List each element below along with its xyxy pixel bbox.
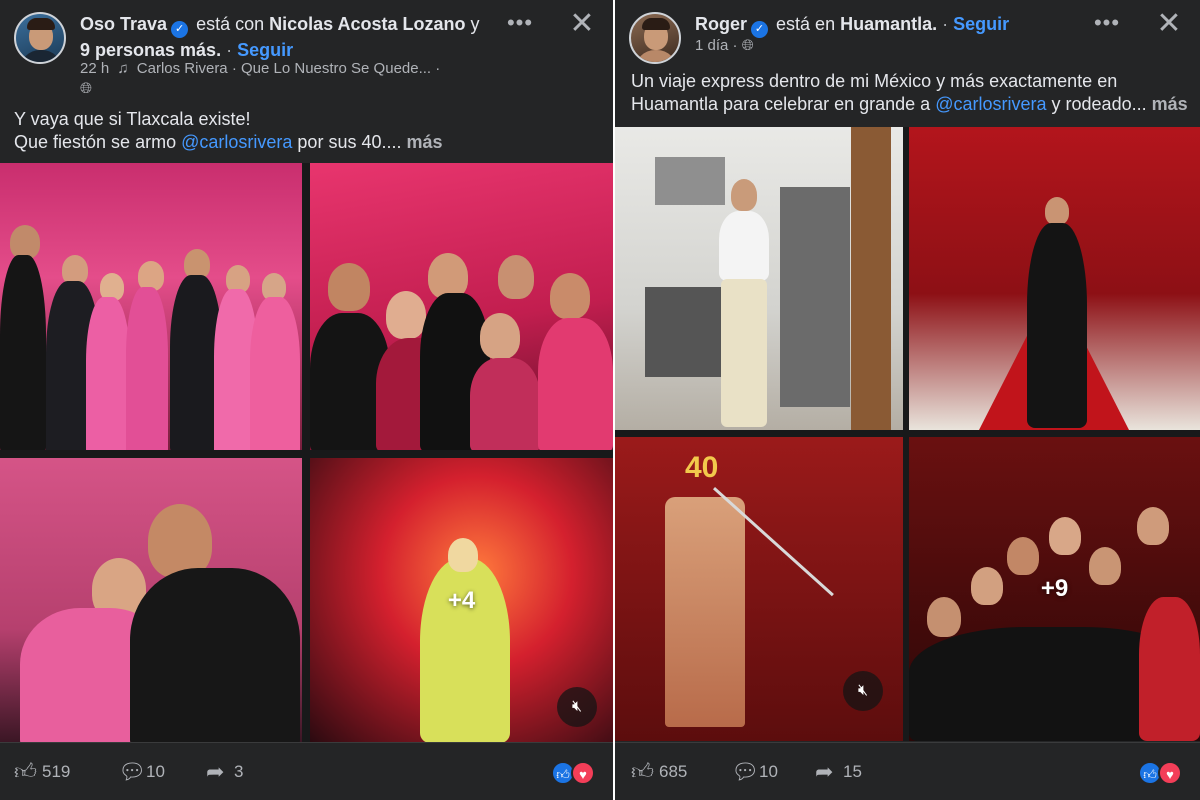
- close-icon[interactable]: ✕: [567, 9, 597, 40]
- photo-grid: 40 🔇︎ +9: [615, 127, 1200, 741]
- music-track[interactable]: Carlos Rivera · Que Lo Nuestro Se Quede.…: [137, 60, 431, 77]
- video-tile[interactable]: +4 🔇︎: [310, 458, 613, 743]
- like-button[interactable]: 👍︎ 685: [631, 759, 687, 785]
- more-options-icon[interactable]: •••: [1092, 12, 1122, 38]
- tagged-person[interactable]: Nicolas Acosta Lozano: [269, 14, 465, 34]
- post-meta: 22 h ♫ Carlos Rivera · Que Lo Nuestro Se…: [80, 60, 441, 77]
- post-caption: Un viaje express dentro de mi México y m…: [631, 70, 1196, 116]
- comment-count: 10: [759, 762, 778, 781]
- photo-tile[interactable]: [0, 458, 302, 743]
- reaction-summary[interactable]: 👍︎ ♥: [1138, 761, 1186, 785]
- share-count: 3: [234, 762, 244, 781]
- caption-line-2: Que fiestón se armo @carlosrivera por su…: [14, 132, 443, 152]
- share-button[interactable]: ➦ 15: [815, 759, 862, 785]
- reaction-summary[interactable]: 👍︎ ♥: [551, 761, 599, 785]
- comment-bubble-icon: 💬︎: [731, 759, 759, 784]
- caption-line-1: Y vaya que si Tlaxcala existe!: [14, 109, 251, 129]
- photo-tile[interactable]: [615, 127, 903, 430]
- see-more-link[interactable]: más: [407, 132, 443, 152]
- more-options-icon[interactable]: •••: [505, 12, 535, 38]
- like-button[interactable]: 👍︎ 519: [14, 759, 70, 785]
- thumbs-up-icon: 👍︎: [14, 759, 37, 784]
- post-meta: 1 día · 🌐︎: [695, 37, 754, 54]
- post-actions: 👍︎ 519 💬︎10 ➦ 3 👍︎ ♥: [0, 742, 613, 800]
- avatar[interactable]: [629, 12, 681, 64]
- photo-tile[interactable]: [310, 163, 613, 450]
- post-time[interactable]: 22 h: [80, 60, 109, 77]
- mention-link[interactable]: @carlosrivera: [181, 132, 292, 152]
- at-text: está en: [776, 14, 836, 34]
- music-note-icon: ♫: [117, 60, 129, 77]
- others-link[interactable]: 9 personas más.: [80, 40, 221, 60]
- share-arrow-icon: ➦: [206, 759, 225, 784]
- author-name[interactable]: Roger: [695, 14, 747, 34]
- photo-tile[interactable]: 40 🔇︎: [615, 437, 903, 741]
- verified-badge-icon: ✓: [171, 21, 189, 38]
- thumbs-up-icon: 👍︎: [631, 759, 654, 784]
- feed-screenshot: Oso Trava ✓ está con Nicolas Acosta Lozan…: [0, 0, 1200, 800]
- photo-grid: +4 🔇︎: [0, 163, 613, 743]
- photo-tile[interactable]: [909, 127, 1200, 430]
- follow-button[interactable]: Seguir: [237, 40, 293, 60]
- comment-button[interactable]: 💬︎10: [731, 759, 778, 785]
- photo-tile[interactable]: [0, 163, 302, 450]
- and-text: y: [470, 14, 480, 34]
- share-count: 15: [843, 762, 862, 781]
- caption-line-1: Un viaje express dentro de mi México y m…: [631, 71, 1118, 91]
- comment-bubble-icon: 💬︎: [118, 759, 146, 784]
- comment-button[interactable]: 💬︎10: [118, 759, 165, 785]
- post-time[interactable]: 1 día: [695, 37, 728, 54]
- author-name[interactable]: Oso Trava: [80, 14, 167, 34]
- see-more-link[interactable]: más: [1152, 94, 1188, 114]
- globe-icon: 🌐︎: [741, 37, 754, 54]
- caption-line-2: Huamantla para celebrar en grande a @car…: [631, 94, 1188, 114]
- mention-link[interactable]: @carlosrivera: [935, 94, 1046, 114]
- love-reaction-icon: ♥: [571, 761, 595, 785]
- comment-count: 10: [146, 762, 165, 781]
- post-roger: Roger ✓ está en Huamantla. · Seguir 1 día…: [615, 0, 1200, 800]
- close-icon[interactable]: ✕: [1154, 9, 1184, 40]
- post-author-line: Roger ✓ está en Huamantla. · Seguir: [695, 12, 1090, 38]
- follow-button[interactable]: Seguir: [953, 14, 1009, 34]
- photo-tile[interactable]: +9: [909, 437, 1200, 741]
- post-author-line: Oso Trava ✓ está con Nicolas Acosta Lozan…: [80, 14, 480, 60]
- like-count: 519: [42, 762, 71, 781]
- muted-speaker-icon[interactable]: 🔇︎: [843, 671, 883, 711]
- globe-icon: 🌐︎: [80, 80, 93, 97]
- like-count: 685: [659, 762, 688, 781]
- place-link[interactable]: Huamantla.: [840, 14, 937, 34]
- post-caption: Y vaya que si Tlaxcala existe! Que fiest…: [14, 108, 604, 154]
- cake-number: 40: [685, 451, 719, 484]
- post-header: Oso Trava ✓ está con Nicolas Acosta Lozan…: [0, 0, 613, 98]
- muted-speaker-icon[interactable]: 🔇︎: [557, 687, 597, 727]
- extra-photos-count: +9: [1040, 575, 1069, 602]
- post-actions: 👍︎ 685 💬︎10 ➦ 15 👍︎ ♥: [615, 742, 1200, 800]
- extra-photos-count: +4: [447, 586, 476, 614]
- love-reaction-icon: ♥: [1158, 761, 1182, 785]
- share-button[interactable]: ➦ 3: [206, 759, 243, 785]
- audience-row: 🌐︎: [80, 79, 92, 99]
- avatar[interactable]: [14, 12, 66, 64]
- share-arrow-icon: ➦: [815, 759, 834, 784]
- with-text: está con: [196, 14, 265, 34]
- post-oso-trava: Oso Trava ✓ está con Nicolas Acosta Lozan…: [0, 0, 613, 800]
